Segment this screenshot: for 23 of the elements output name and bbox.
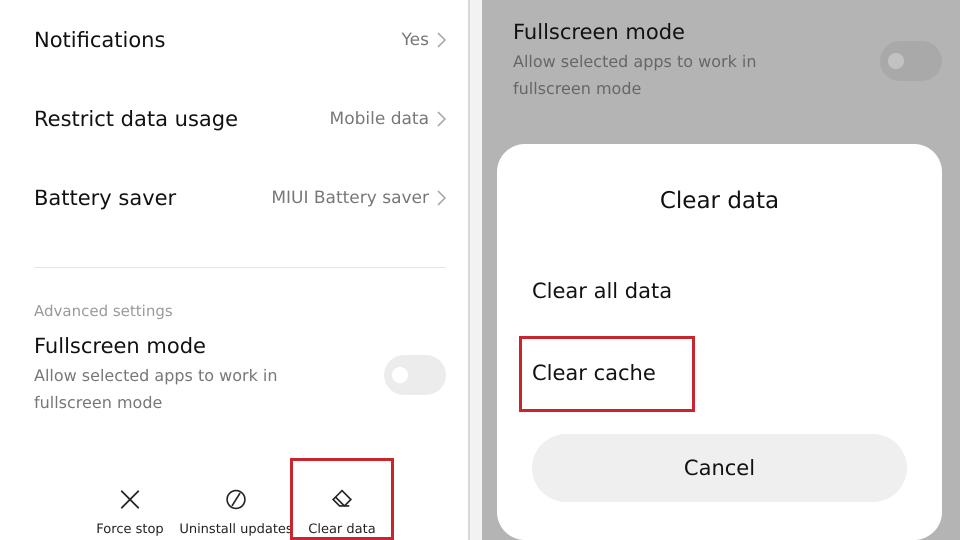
dialog-option[interactable]: Clear cache bbox=[519, 336, 695, 412]
setting-label[interactable]: Restrict data usage bbox=[34, 106, 238, 131]
action-button[interactable]: Force stop bbox=[78, 458, 182, 540]
setting-description: Allow selected apps to work in fullscreen mode bbox=[34, 364, 278, 414]
setting-label[interactable]: Battery saver bbox=[34, 186, 176, 210]
dialog-option[interactable]: Clear all data bbox=[519, 254, 712, 330]
close-icon bbox=[118, 488, 142, 510]
setting-value: Yes bbox=[402, 30, 429, 50]
toggle-switch[interactable] bbox=[880, 41, 942, 81]
chevron-icon bbox=[437, 110, 446, 127]
setting-value: Mobile data bbox=[330, 108, 429, 129]
setting-description: Allow selected apps to work in fullscreen mode bbox=[513, 51, 758, 100]
chevron-icon bbox=[437, 190, 446, 206]
eraser-icon bbox=[329, 488, 355, 510]
setting-title: Fullscreen mode bbox=[34, 334, 207, 358]
setting-value: MIUI Battery saver bbox=[271, 188, 429, 208]
dialog-title: Clear data bbox=[658, 188, 780, 214]
chevron-icon bbox=[437, 32, 446, 48]
action-button[interactable]: Clear data bbox=[290, 458, 394, 540]
cancel-button[interactable]: Cancel bbox=[532, 434, 907, 502]
section-title: Advanced settings bbox=[34, 302, 174, 320]
setting-label[interactable]: Notifications bbox=[34, 28, 166, 52]
setting-title: Fullscreen mode bbox=[513, 20, 686, 44]
